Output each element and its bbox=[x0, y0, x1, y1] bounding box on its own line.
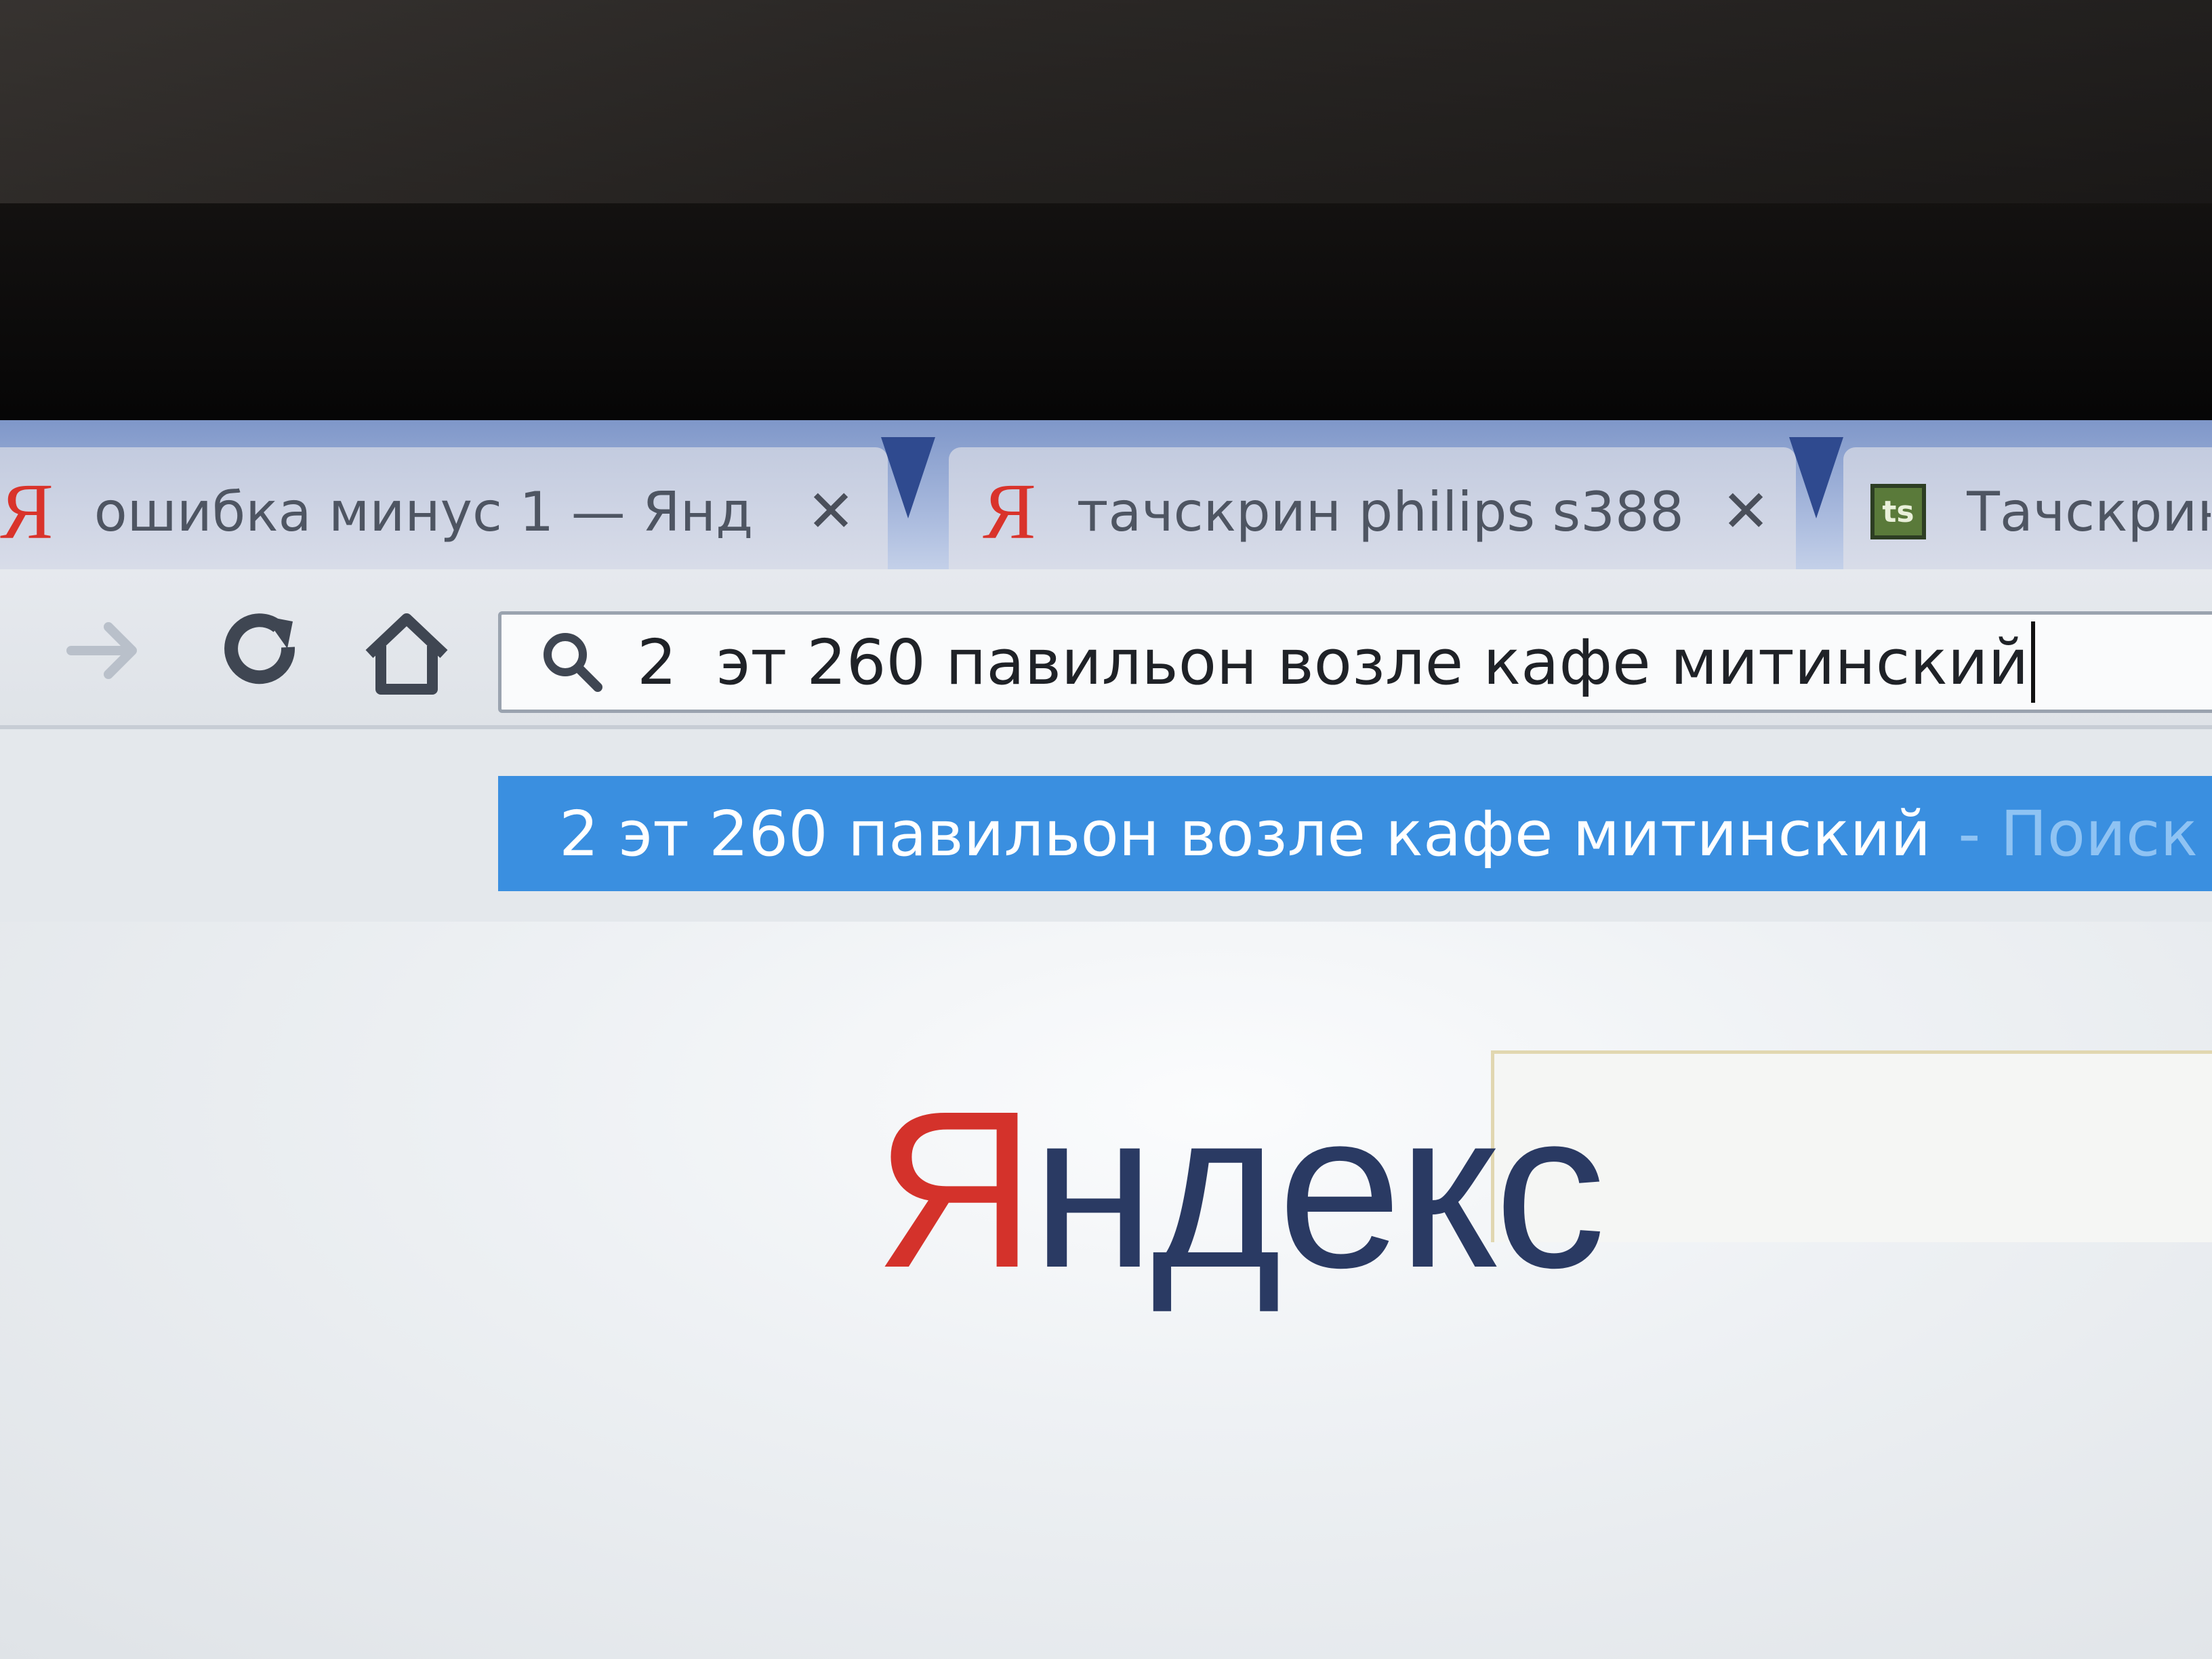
search-icon bbox=[544, 633, 602, 692]
logo-rest: ндекс bbox=[1031, 1064, 1605, 1314]
yandex-logo: Яндекс bbox=[874, 1078, 1606, 1301]
bezel-reflection bbox=[0, 0, 2212, 203]
suggestion-text: 2 эт 260 павильон возле кафе митинский bbox=[559, 797, 1931, 870]
browser-screen: Я ошибка минус 1 — Янд ✕ Я тачскрин phil… bbox=[0, 420, 2212, 1659]
yandex-favicon-icon: Я bbox=[983, 467, 1036, 556]
tab-separator bbox=[881, 437, 935, 518]
reload-icon[interactable] bbox=[217, 607, 305, 695]
tab-separator bbox=[1789, 437, 1843, 518]
tab-oshibka[interactable]: Я ошибка минус 1 — Янд ✕ bbox=[0, 447, 888, 576]
home-icon[interactable] bbox=[359, 607, 454, 701]
tab-tachskrin-philips[interactable]: Я тачскрин philips s388 — ✕ bbox=[949, 447, 1796, 576]
tab-strip: Я ошибка минус 1 — Янд ✕ Я тачскрин phil… bbox=[0, 420, 2212, 576]
tab-close-icon[interactable]: ✕ bbox=[806, 478, 855, 546]
logo-first-letter: Я bbox=[874, 1064, 1036, 1314]
tab-close-icon[interactable]: ✕ bbox=[1721, 478, 1770, 546]
suggestion-item[interactable]: 2 эт 260 павильон возле кафе митинский -… bbox=[498, 776, 2212, 891]
tab-title: тачскрин philips s388 — bbox=[1076, 480, 1687, 544]
yandex-favicon-icon: Я bbox=[0, 467, 54, 556]
suggestion-hint: - Поиск Янд bbox=[1958, 797, 2198, 870]
site-favicon-icon: ts bbox=[1870, 484, 1926, 539]
forward-icon[interactable] bbox=[61, 607, 149, 695]
tab-title: ошибка минус 1 — Янд bbox=[94, 480, 754, 544]
tab-title: Тачскрин P bbox=[1967, 480, 2211, 544]
text-caret bbox=[2031, 621, 2036, 703]
tab-tachskrin-p[interactable]: ts Тачскрин P bbox=[1843, 447, 2212, 576]
browser-toolbar: 2 эт 260 павильон возле кафе митинский bbox=[0, 569, 2212, 729]
address-bar-text: 2 эт 260 павильон возле кафе митинский bbox=[637, 626, 2029, 699]
address-bar[interactable]: 2 эт 260 павильон возле кафе митинский bbox=[498, 611, 2212, 713]
